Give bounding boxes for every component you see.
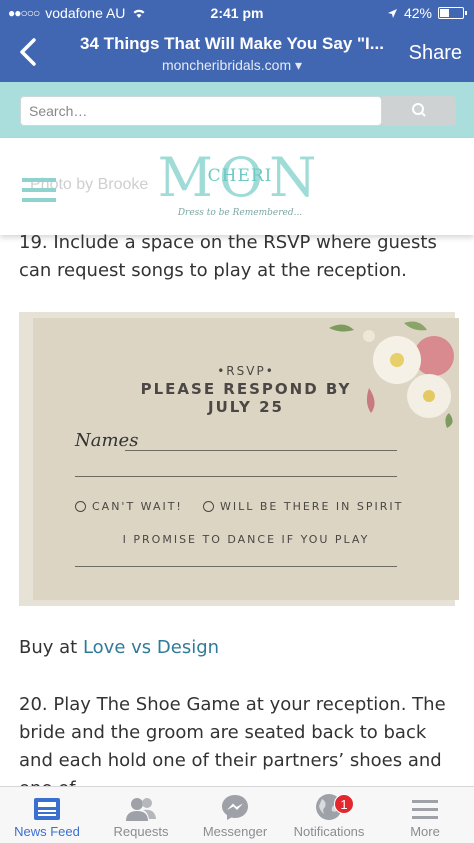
page-title: 34 Things That Will Make You Say "I...: [80, 34, 384, 53]
rsvp-date-text: JULY 25: [208, 398, 284, 416]
rsvp-option-label: CAN'T WAIT!: [92, 500, 183, 513]
page-domain: moncheribridals.com ▾: [70, 57, 394, 74]
buy-prefix: Buy at: [19, 637, 83, 658]
page-domain-text: moncheribridals.com: [161, 57, 292, 73]
love-vs-design-link[interactable]: Love vs Design: [83, 637, 219, 658]
messenger-icon: [222, 795, 248, 820]
logo-tagline: Dress to be Remembered...: [177, 208, 303, 218]
buy-at-line: Buy at Love vs Design: [19, 634, 459, 662]
rsvp-promise-text: I PROMISE TO DANCE IF YOU PLAY: [122, 533, 370, 546]
search-input[interactable]: Search…: [20, 96, 382, 126]
notification-badge: 1: [334, 794, 354, 814]
logo-sub: CHERI: [207, 166, 273, 186]
tab-label: Notifications: [293, 824, 365, 839]
rsvp-card-image: •RSVP• PLEASE RESPOND BY JULY 25 Names C…: [19, 312, 459, 606]
radio-circle-icon: [75, 501, 86, 512]
radio-circle-icon: [203, 501, 214, 512]
rsvp-option-cant-wait: CAN'T WAIT!: [75, 500, 183, 513]
tab-news-feed[interactable]: News Feed: [0, 787, 94, 843]
back-chevron-icon[interactable]: [14, 34, 44, 70]
browser-header: ●●○○○ vodafone AU 2:41 pm 42% 34 Things …: [0, 0, 474, 82]
tab-bar: News Feed Requests Messenger Notificatio…: [0, 786, 474, 843]
rsvp-heading: •RSVP•: [217, 364, 275, 378]
site-header: Photo by Brooke MON CHERI Dress to be Re…: [0, 138, 474, 235]
site-logo[interactable]: MON CHERI Dress to be Remembered...: [150, 150, 330, 219]
rsvp-option-label: WILL BE THERE IN SPIRIT: [220, 500, 404, 513]
rsvp-card: •RSVP• PLEASE RESPOND BY JULY 25 Names C…: [33, 318, 459, 600]
chevron-down-icon: ▾: [295, 57, 303, 73]
friend-requests-icon: [126, 798, 156, 821]
location-arrow-icon: [387, 8, 397, 18]
article-paragraph-19: 19. Include a space on the RSVP where gu…: [19, 232, 437, 281]
search-button[interactable]: [382, 96, 456, 126]
tab-label: Requests: [113, 824, 169, 839]
battery-percent: 42%: [403, 5, 432, 21]
app-root: ●●○○○ vodafone AU 2:41 pm 42% 34 Things …: [0, 0, 474, 843]
rsvp-option-in-spirit: WILL BE THERE IN SPIRIT: [203, 500, 403, 513]
menu-icon: [412, 800, 438, 819]
names-line-2: [75, 476, 397, 477]
tab-notifications[interactable]: Notifications 1: [282, 787, 376, 843]
hamburger-menu-icon[interactable]: [22, 178, 56, 202]
news-feed-icon: [34, 798, 60, 820]
page-title-box[interactable]: 34 Things That Will Make You Say "I... m…: [70, 34, 394, 74]
tab-more[interactable]: More: [376, 787, 474, 843]
search-icon: [412, 103, 426, 117]
status-bar: ●●○○○ vodafone AU 2:41 pm 42%: [0, 0, 474, 26]
tab-label: Messenger: [202, 824, 268, 839]
tab-label: More: [410, 824, 440, 839]
tab-messenger[interactable]: Messenger: [188, 787, 282, 843]
rsvp-names-label: Names: [75, 430, 139, 451]
tab-label: News Feed: [14, 824, 80, 839]
rsvp-respond-text: PLEASE RESPOND BY: [140, 380, 352, 398]
share-button[interactable]: Share: [409, 42, 462, 65]
song-request-line: [75, 566, 397, 567]
battery-icon: [438, 7, 467, 19]
site-search-bar: Search…: [0, 82, 474, 138]
tab-requests[interactable]: Requests: [94, 787, 188, 843]
battery-fill: [440, 9, 449, 17]
names-line: [125, 450, 397, 451]
